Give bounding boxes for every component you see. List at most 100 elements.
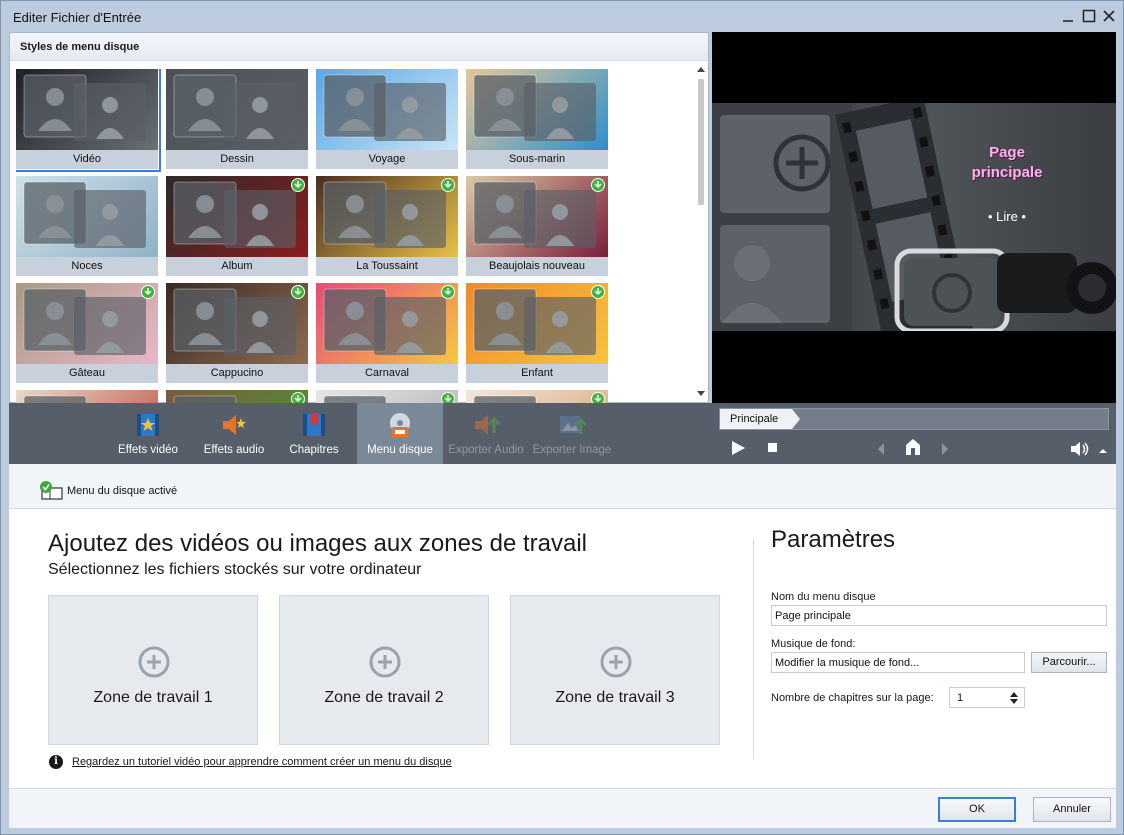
add-icon xyxy=(138,646,170,678)
style-thumbnail[interactable]: Voyage xyxy=(316,69,458,169)
browse-button[interactable]: Parcourir... xyxy=(1031,652,1107,673)
scroll-down-icon[interactable] xyxy=(697,391,705,396)
toolbar-disc-menu-button[interactable]: Menu disque xyxy=(357,403,443,464)
style-thumbnail[interactable]: Noces xyxy=(16,176,158,276)
toolbar-chapters-button[interactable]: Chapitres xyxy=(271,403,357,464)
ok-button[interactable]: OK xyxy=(938,797,1016,822)
style-thumbnail[interactable]: Carnaval xyxy=(316,283,458,383)
maximize-icon[interactable] xyxy=(1080,7,1098,25)
stepper-up-icon[interactable] xyxy=(1010,692,1018,697)
stepper-down-icon[interactable] xyxy=(1010,699,1018,704)
home-icon[interactable] xyxy=(905,438,921,456)
styles-panel-title: Styles de menu disque xyxy=(20,41,140,53)
film-strip-graphic xyxy=(712,103,1116,331)
toolbar-video-effects-button[interactable]: Effets vidéo xyxy=(105,403,191,464)
work-zone-label: Zone de travail 2 xyxy=(324,689,444,706)
scroll-up-icon[interactable] xyxy=(697,67,705,72)
previous-page-icon[interactable] xyxy=(875,442,887,460)
style-thumbnail[interactable] xyxy=(316,390,458,403)
style-thumbnail[interactable]: Cappucino xyxy=(166,283,308,383)
preview-stage: Page principale • Lire • xyxy=(712,103,1116,331)
style-thumbnail[interactable]: Beaujolais nouveau xyxy=(466,176,608,276)
export-audio-icon xyxy=(472,411,501,439)
menu-breadcrumb-bar: Principale xyxy=(719,408,1109,430)
cancel-button[interactable]: Annuler xyxy=(1033,797,1111,822)
download-icon[interactable] xyxy=(441,285,455,299)
style-preview-image xyxy=(466,69,608,150)
style-thumbnail[interactable]: Gâteau xyxy=(16,283,158,383)
style-thumbnail-label: Carnaval xyxy=(316,364,458,383)
chapters-per-page-label: Nombre de chapitres sur la page: xyxy=(771,692,934,704)
style-thumbnail-label: Dessin xyxy=(166,150,308,169)
video-effects-icon xyxy=(134,411,162,439)
background-music-input[interactable] xyxy=(771,652,1025,673)
minimize-icon[interactable] xyxy=(1059,7,1077,25)
workspace-area: Ajoutez des vidéos ou images aux zones d… xyxy=(9,509,1116,788)
download-icon[interactable] xyxy=(441,178,455,192)
download-icon[interactable] xyxy=(441,392,455,403)
volume-expand-icon[interactable] xyxy=(1098,444,1108,462)
download-icon[interactable] xyxy=(591,285,605,299)
style-preview-image xyxy=(166,390,308,403)
style-preview-image xyxy=(166,69,308,150)
style-thumbnail[interactable]: Vidéo xyxy=(16,69,161,172)
play-icon[interactable] xyxy=(729,439,747,457)
params-divider xyxy=(753,539,754,759)
download-icon[interactable] xyxy=(291,392,305,403)
toolbar-label: Exporter Audio xyxy=(448,444,524,456)
menu-name-label: Nom du menu disque xyxy=(771,591,876,603)
work-zone-label: Zone de travail 3 xyxy=(555,689,675,706)
workspace-subheading: Sélectionnez les fichiers stockés sur vo… xyxy=(48,561,422,578)
menu-active-checkbox-icon[interactable] xyxy=(39,480,65,502)
toolbar-label: Exporter Image xyxy=(532,444,612,456)
preview-page-title: Page principale xyxy=(971,144,1043,181)
style-thumbnail[interactable] xyxy=(16,390,158,403)
style-thumbnail[interactable]: Dessin xyxy=(166,69,308,169)
chapters-per-page-value: 1 xyxy=(957,692,964,704)
style-thumbnail[interactable]: Sous-marin xyxy=(466,69,608,169)
editor-window: Editer Fichier d'Entrée Styles de menu d… xyxy=(0,0,1124,835)
tutorial-link[interactable]: Regardez un tutoriel vidéo pour apprendr… xyxy=(72,756,452,768)
chapters-icon xyxy=(300,411,328,439)
download-icon[interactable] xyxy=(291,178,305,192)
toolbar-export-audio-button: Exporter Audio xyxy=(443,403,529,464)
download-icon[interactable] xyxy=(141,285,155,299)
work-zone-1[interactable]: Zone de travail 1 xyxy=(48,595,258,745)
menu-preview: Page principale • Lire • xyxy=(712,32,1116,403)
volume-icon[interactable] xyxy=(1069,440,1091,458)
work-zone-2[interactable]: Zone de travail 2 xyxy=(279,595,489,745)
style-thumbnail[interactable]: La Toussaint xyxy=(316,176,458,276)
style-thumbnail-label: Enfant xyxy=(466,364,608,383)
style-preview-image xyxy=(16,69,158,150)
download-icon[interactable] xyxy=(591,392,605,403)
scrollbar-thumb[interactable] xyxy=(698,79,704,205)
window-title: Editer Fichier d'Entrée xyxy=(13,10,142,25)
download-icon[interactable] xyxy=(291,285,305,299)
style-preview-image xyxy=(16,283,158,364)
chapters-per-page-stepper[interactable]: 1 xyxy=(949,687,1025,708)
style-thumbnail[interactable]: Enfant xyxy=(466,283,608,383)
close-icon[interactable] xyxy=(1100,7,1118,25)
preview-play-label[interactable]: • Lire • xyxy=(974,209,1040,224)
style-thumbnail-grid: Vidéo Dessin Voyage Sous-marin Noces Album La … xyxy=(16,69,698,403)
style-thumbnail[interactable] xyxy=(166,390,308,403)
work-zone-3[interactable]: Zone de travail 3 xyxy=(510,595,720,745)
styles-panel-header: Styles de menu disque xyxy=(10,33,708,61)
params-title: Paramètres xyxy=(771,526,896,553)
menu-active-label: Menu du disque activé xyxy=(67,485,178,497)
music-label: Musique de fond: xyxy=(771,638,856,650)
disc-menu-styles-panel: Styles de menu disque Vidéo Dessin Voyage S… xyxy=(9,32,709,403)
style-thumbnail-label: Album xyxy=(166,257,308,276)
breadcrumb-principale[interactable]: Principale xyxy=(720,409,800,429)
toolbar-label: Chapitres xyxy=(289,444,339,456)
workspace-heading: Ajoutez des vidéos ou images aux zones d… xyxy=(48,530,587,557)
download-icon[interactable] xyxy=(591,178,605,192)
menu-name-input[interactable] xyxy=(771,605,1107,626)
audio-effects-icon xyxy=(220,411,248,439)
stop-icon[interactable] xyxy=(767,442,779,460)
dialog-footer: OK Annuler xyxy=(9,788,1116,828)
style-thumbnail[interactable] xyxy=(466,390,608,403)
style-thumbnail[interactable]: Album xyxy=(166,176,308,276)
next-page-icon[interactable] xyxy=(939,442,951,460)
styles-scrollbar[interactable] xyxy=(694,61,708,402)
